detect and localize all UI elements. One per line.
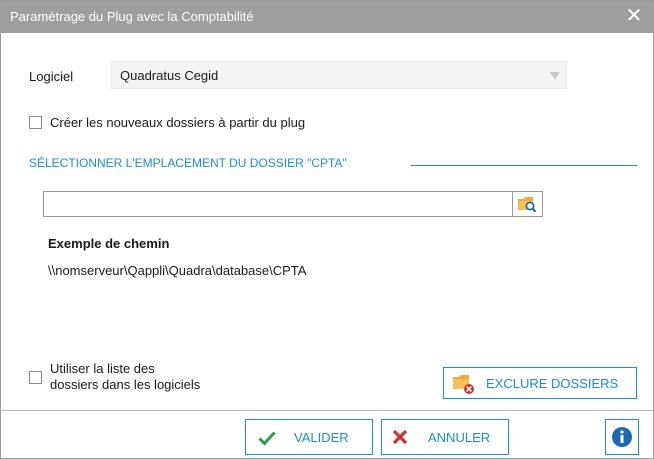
exclude-folders-label: EXCLURE DOSSIERS [486, 376, 619, 391]
folder-delete-icon [453, 375, 474, 394]
use-list-label-line2: dossiers dans les logiciels [50, 377, 201, 392]
create-folders-label[interactable]: Créer les nouveaux dossiers à partir du … [50, 115, 305, 130]
browse-button[interactable] [513, 191, 543, 217]
validate-button[interactable]: VALIDER [245, 419, 373, 455]
section-title: SÉLECTIONNER L'EMPLACEMENT DU DOSSIER "C… [29, 156, 347, 170]
settings-dialog: Paramétrage du Plug avec la Comptabilité… [0, 0, 654, 459]
footer-divider [1, 410, 653, 411]
logiciel-selected-value: Quadratus Cegid [120, 68, 219, 83]
example-title: Exemple de chemin [48, 236, 170, 251]
dialog-title: Paramétrage du Plug avec la Comptabilité [10, 9, 254, 24]
cancel-label: ANNULER [428, 430, 491, 445]
folder-search-icon [518, 197, 537, 213]
info-icon [612, 427, 632, 447]
cross-icon [392, 429, 408, 445]
checkmark-icon [258, 431, 276, 446]
cancel-button[interactable]: ANNULER [381, 419, 509, 455]
validate-label: VALIDER [294, 430, 349, 445]
title-bar: Paramétrage du Plug avec la Comptabilité… [1, 1, 653, 33]
create-folders-checkbox[interactable] [29, 116, 42, 129]
use-list-label[interactable]: Utiliser la liste des dossiers dans les … [50, 361, 200, 393]
logiciel-select[interactable]: Quadratus Cegid [111, 61, 567, 89]
info-button[interactable] [605, 419, 639, 455]
close-icon[interactable]: ✕ [623, 5, 645, 27]
chevron-down-icon[interactable] [550, 72, 560, 80]
use-list-label-line1: Utiliser la liste des [50, 361, 155, 376]
exclude-folders-button[interactable]: EXCLURE DOSSIERS [443, 367, 637, 399]
section-divider [411, 165, 637, 166]
path-input[interactable] [43, 191, 513, 217]
logiciel-label: Logiciel [29, 69, 74, 84]
example-path: \\nomserveur\Qappli\Quadra\database\CPTA [48, 263, 307, 278]
use-list-checkbox[interactable] [29, 371, 42, 384]
